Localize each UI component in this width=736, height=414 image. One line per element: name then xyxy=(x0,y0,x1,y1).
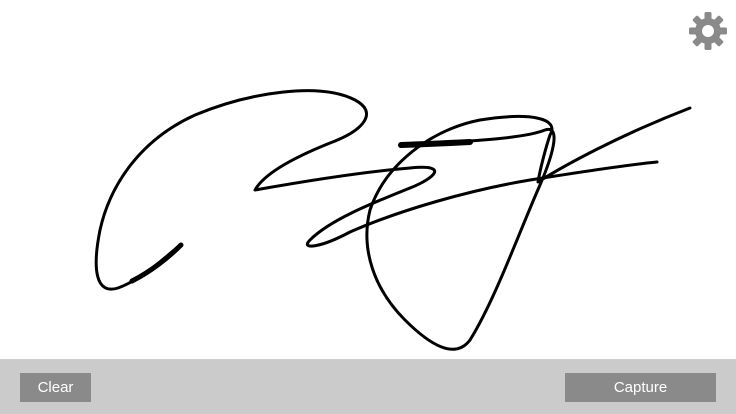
signature-canvas[interactable] xyxy=(0,0,736,359)
clear-button[interactable]: Clear xyxy=(20,373,91,402)
signature-pad-app: Clear Capture xyxy=(0,0,736,414)
settings-button[interactable] xyxy=(686,9,730,53)
signature-stroke-heavy xyxy=(129,242,184,284)
signature-stroke-heavy xyxy=(398,139,473,148)
capture-button[interactable]: Capture xyxy=(565,373,716,402)
signature-stroke xyxy=(94,89,659,291)
signature-drawing xyxy=(94,89,692,351)
bottom-toolbar: Clear Capture xyxy=(0,359,736,414)
gear-icon xyxy=(689,12,727,50)
